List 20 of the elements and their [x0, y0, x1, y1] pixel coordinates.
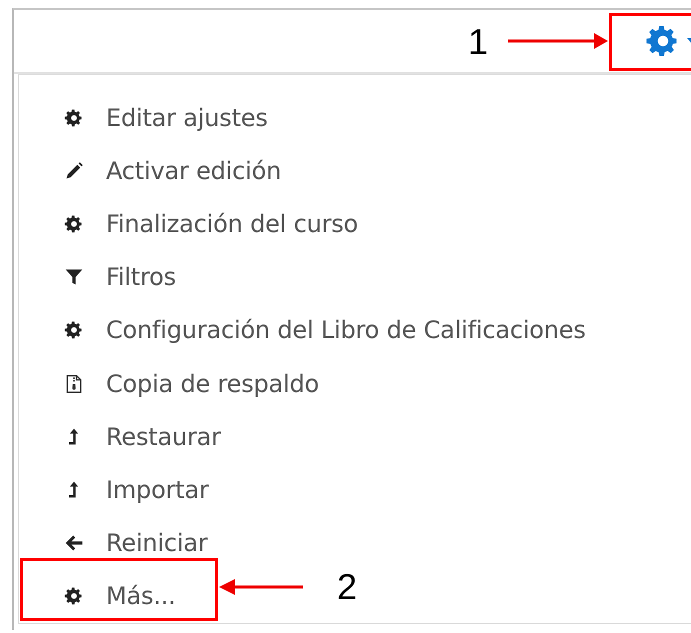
- menu-item[interactable]: Configuración del Libro de Calificaciones: [19, 304, 594, 357]
- menu-item[interactable]: Activar edición: [19, 144, 290, 198]
- callout-number: 1: [468, 24, 488, 60]
- menu-item[interactable]: Reiniciar: [19, 516, 216, 570]
- menu-item[interactable]: Finalización del curso: [19, 197, 366, 251]
- filter-icon: [64, 267, 84, 288]
- back-arrow-icon: [64, 533, 84, 554]
- menu-item[interactable]: Restaurar: [19, 410, 229, 464]
- pencil-icon: [64, 160, 84, 181]
- gear-icon: [64, 108, 84, 128]
- menu-item[interactable]: Editar ajustes: [19, 91, 276, 144]
- menu-item[interactable]: Importar: [19, 463, 217, 516]
- callout-number: 2: [337, 569, 358, 605]
- menu-item[interactable]: Filtros: [19, 250, 184, 304]
- menu-item[interactable]: Más...: [19, 570, 184, 623]
- gear-icon: [64, 586, 84, 606]
- gear-icon: [64, 214, 84, 234]
- menu-item[interactable]: Copia de respaldo: [19, 356, 328, 410]
- gear-icon: [64, 320, 84, 340]
- file-icon: [64, 374, 84, 394]
